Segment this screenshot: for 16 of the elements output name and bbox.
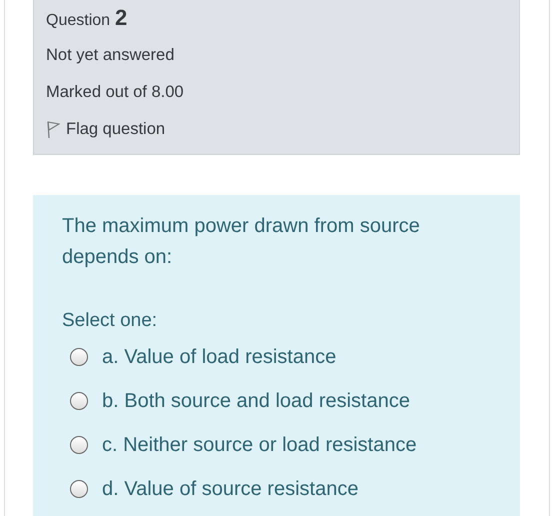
option-label[interactable]: b. Both source and load resistance [102,390,410,412]
option-label[interactable]: d. Value of source resistance [102,478,358,500]
question-text: The maximum power drawn from source depends on: [62,214,421,270]
marks-text: Marked out of 8.00 [46,82,185,103]
radio-button[interactable] [70,348,88,366]
answer-status: Not yet answered [46,45,176,66]
flag-question-link[interactable]: Flag question [46,111,166,148]
flag-icon [46,120,60,138]
option-label[interactable]: a. Value of load resistance [102,346,336,368]
option-label[interactable]: c. Neither source or load resistance [102,434,417,456]
radio-button[interactable] [70,392,88,410]
radio-button[interactable] [70,480,88,498]
question-label: Question [46,12,110,30]
question-number: 2 [115,5,128,31]
select-prompt: Select one: [62,309,158,333]
radio-button[interactable] [70,436,88,454]
